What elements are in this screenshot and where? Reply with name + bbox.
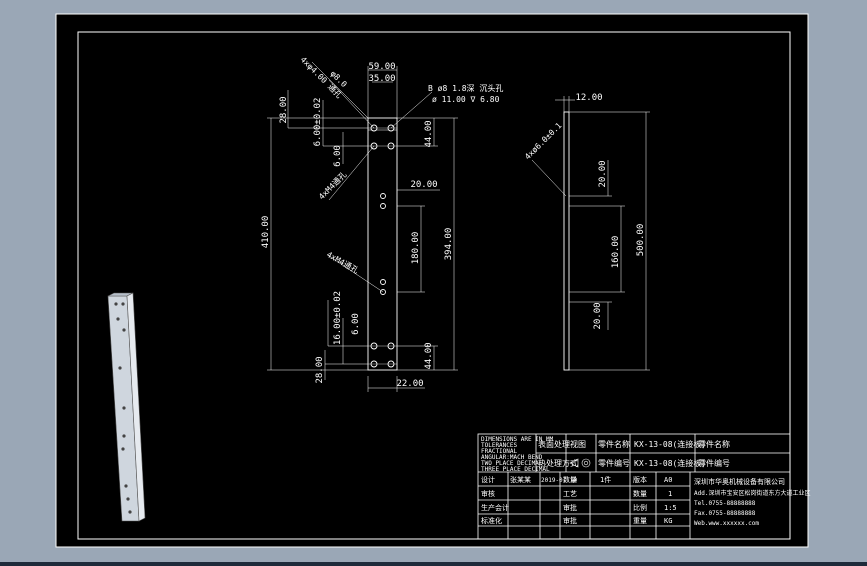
tb-r2-f: 比例 — [633, 503, 647, 512]
tb-row1-c5: 零件名称 — [698, 439, 730, 449]
tb-r3-f: 重量 — [633, 517, 647, 525]
tb-r1-d: 工艺 — [563, 490, 577, 498]
company-addr: Add.深圳市宝安区松岗街道东方大道工业区 — [694, 489, 810, 497]
company-name: 深圳市华奥机械设备有限公司 — [694, 477, 785, 486]
tb-row2-c3: 零件编号 — [598, 458, 630, 468]
callout-boss-2: ø 11.00 ∇ 6.80 — [432, 95, 500, 104]
tb-row1-c1: 表面处理 — [538, 439, 570, 449]
tb-r1-f: 数量 — [633, 489, 647, 498]
tb-r0-g: A0 — [664, 476, 672, 484]
tb-row1-c2: 视图 — [570, 439, 586, 449]
tb-r3-d: 审批 — [563, 516, 577, 525]
dim-pitch-44-top: 44.00 — [424, 120, 434, 147]
dim-six-bottom: 6.00 — [351, 313, 361, 335]
dim-left-28: 28.00 — [279, 96, 289, 123]
tb-r1-a: 审核 — [481, 489, 495, 498]
tb-r2-a: 生产会计 — [481, 503, 509, 512]
tb-r0-a: 设计 — [481, 475, 495, 484]
drawing-canvas[interactable]: 59.00 35.00 28.00 6.00±0.02 6.00 410.00 … — [0, 0, 867, 562]
callout-boss-1: B ø8 1.8深 沉头孔 — [428, 83, 503, 93]
cad-viewport[interactable]: 59.00 35.00 28.00 6.00±0.02 6.00 410.00 … — [0, 0, 867, 562]
tb-r2-d: 审批 — [563, 503, 577, 512]
tb-row1-c3: 零件名称 — [598, 439, 630, 449]
company-web: Web.www.xxxxxx.com — [694, 520, 759, 527]
dim-span-394: 394.00 — [444, 228, 454, 261]
dim-inner-width: 35.00 — [368, 74, 395, 84]
tb-r1-g: 1 — [668, 490, 672, 498]
tb-r3-a: 标准化 — [481, 516, 502, 525]
tb-row2-c4: KX-13-08(连接板) — [634, 458, 706, 468]
tb-r0-d: 数量 — [563, 475, 577, 484]
tb-row2-c5: 零件编号 — [698, 458, 730, 468]
dim-bottom-22: 22.00 — [396, 379, 423, 389]
tb-r0-b: 张某某 — [510, 475, 531, 484]
dim-offset-20: 20.00 — [410, 180, 437, 190]
dim-top-width: 59.00 — [368, 62, 395, 72]
dim-side-20-bottom: 20.00 — [593, 302, 603, 329]
tb-r3-g: KG — [664, 517, 672, 525]
dim-span-180: 180.00 — [411, 232, 421, 265]
dim-six-02: 6.00±0.02 — [313, 98, 323, 147]
dim-side-500: 500.00 — [636, 224, 646, 257]
tb-row1-c4: KX-13-08(连接板) — [634, 439, 706, 449]
tb-r2-g: 1:5 — [664, 504, 677, 512]
dim-total-410: 410.00 — [261, 216, 271, 249]
dim-side-160: 160.00 — [611, 236, 621, 269]
tb-row2-c1: 热处理方式 — [538, 458, 578, 468]
company-fax: Fax.0755-88888888 — [694, 510, 756, 517]
dim-pitch-44-bottom: 44.00 — [424, 342, 434, 369]
dim-side-20-top: 20.00 — [598, 160, 608, 187]
dim-bottom-28: 28.00 — [315, 356, 325, 383]
tb-r0-e: 1件 — [600, 475, 611, 484]
dim-sixteen-02: 16.00±0.02 — [333, 291, 343, 345]
tb-r0-f: 版本 — [633, 475, 647, 484]
dim-six: 6.00 — [333, 145, 343, 167]
company-tel: Tel.0755-88888888 — [694, 500, 756, 507]
dim-thickness: 12.00 — [575, 93, 602, 103]
